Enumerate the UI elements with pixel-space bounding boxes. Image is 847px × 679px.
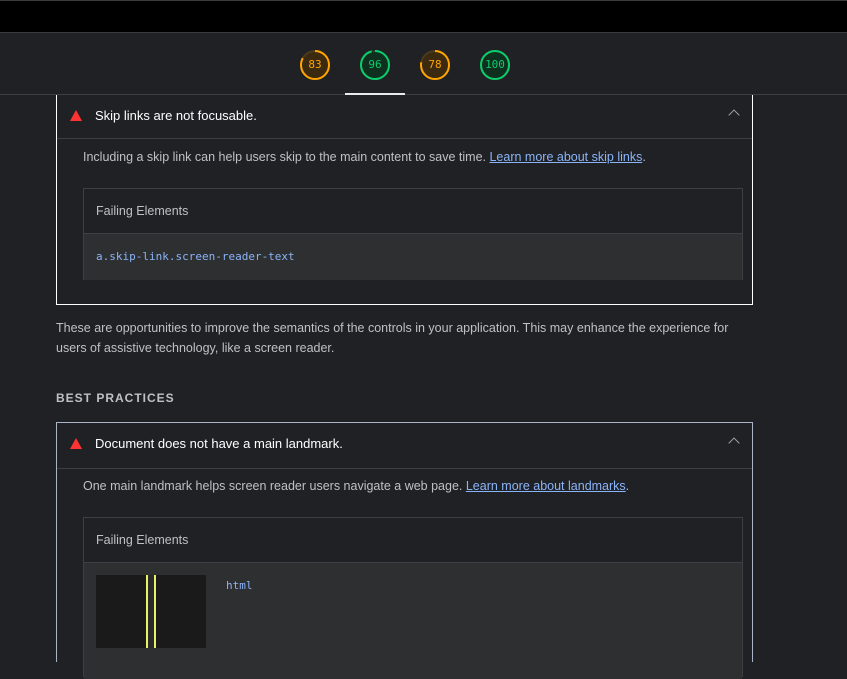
failing-elements-table: Failing Elements html (83, 517, 743, 679)
desc-suffix: . (625, 479, 630, 493)
chevron-up-icon[interactable] (728, 437, 740, 449)
score-gauge-seo[interactable]: 100 (479, 49, 511, 81)
audit-main-landmark: Document does not have a main landmark. … (56, 422, 753, 679)
score-value: 78 (428, 58, 442, 71)
desc-suffix: . (642, 150, 646, 164)
score-value: 83 (308, 58, 322, 71)
score-value: 96 (368, 58, 382, 71)
table-row[interactable]: a.skip-link.screen-reader-text (84, 234, 742, 280)
learn-more-link[interactable]: Learn more about skip links (489, 150, 642, 164)
element-selector: html (226, 579, 253, 592)
audit-header[interactable]: Skip links are not focusable. (57, 95, 752, 139)
audit-description: One main landmark helps screen reader us… (83, 479, 629, 493)
warning-triangle-icon (70, 110, 82, 121)
group-title-best-practices: BEST PRACTICES (56, 391, 175, 405)
failing-elements-header: Failing Elements (84, 189, 742, 234)
audit-skip-links: Skip links are not focusable. Including … (56, 95, 753, 305)
group-description: These are opportunities to improve the s… (56, 321, 729, 355)
audit-description-text: Including a skip link can help users ski… (83, 150, 490, 164)
audit-header[interactable]: Document does not have a main landmark. (57, 423, 752, 469)
score-gauge-performance[interactable]: 83 (299, 49, 331, 81)
warning-triangle-icon (70, 438, 82, 449)
table-row[interactable]: html (84, 563, 742, 679)
element-screenshot-thumbnail (96, 575, 206, 648)
score-gauge-best-practices[interactable]: 78 (419, 49, 451, 81)
failing-elements-table: Failing Elements a.skip-link.screen-read… (83, 188, 743, 280)
element-selector: a.skip-link.screen-reader-text (96, 250, 295, 263)
top-bar (0, 0, 847, 33)
score-bar: 83 96 78 100 (0, 33, 847, 95)
chevron-up-icon[interactable] (728, 109, 740, 121)
learn-more-link[interactable]: Learn more about landmarks (466, 479, 626, 493)
score-value: 100 (485, 58, 505, 71)
audit-description-text: One main landmark helps screen reader us… (83, 479, 466, 493)
audit-title: Skip links are not focusable. (95, 108, 257, 123)
audit-title: Document does not have a main landmark. (95, 436, 343, 451)
thumbnail-page (148, 575, 154, 648)
score-gauge-accessibility[interactable]: 96 (359, 49, 391, 81)
failing-elements-header: Failing Elements (84, 518, 742, 563)
audit-description: Including a skip link can help users ski… (83, 150, 646, 164)
